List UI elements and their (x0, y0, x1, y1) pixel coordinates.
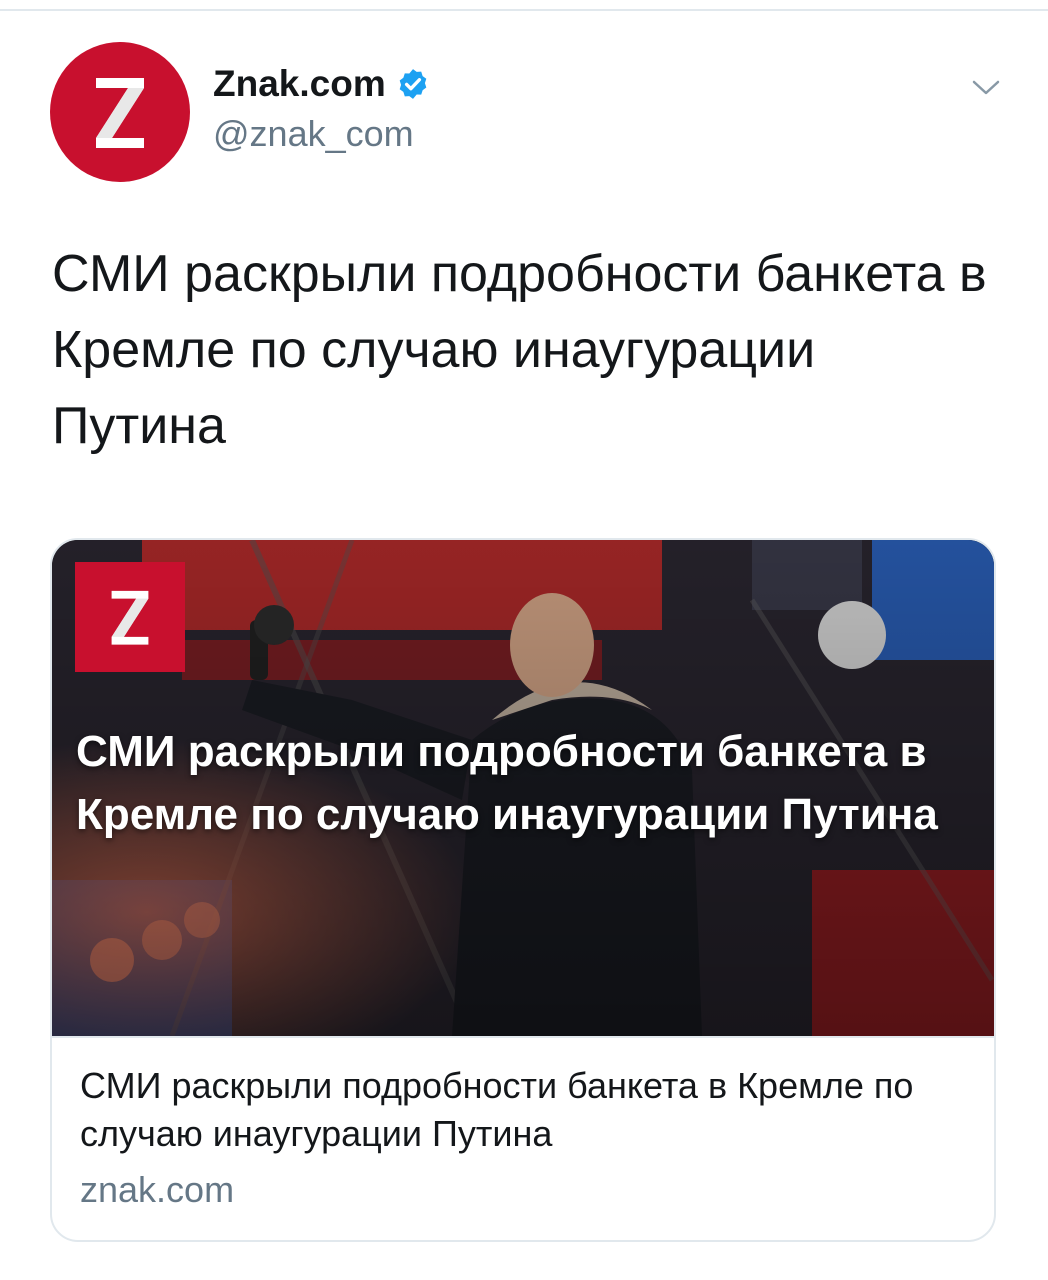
verified-badge-icon (399, 69, 427, 99)
top-divider (0, 9, 1048, 11)
card-domain: znak.com (80, 1169, 235, 1210)
znak-logo-icon (111, 590, 149, 645)
chevron-down-icon[interactable] (966, 72, 1006, 102)
avatar[interactable] (50, 42, 190, 182)
card-image[interactable]: СМИ раскрыли подробности банкета в Кремл… (52, 540, 994, 1036)
card-logo (75, 562, 185, 672)
author-name[interactable]: Znak.com (213, 62, 386, 106)
card-body[interactable]: СМИ раскрыли подробности банкета в Кремл… (52, 1036, 994, 1240)
link-card[interactable]: СМИ раскрыли подробности банкета в Кремл… (50, 538, 996, 1242)
card-image-headline: СМИ раскрыли подробности банкета в Кремл… (76, 727, 938, 839)
author-handle[interactable]: @znak_com (213, 112, 414, 156)
author-row: Znak.com (213, 62, 430, 106)
card-title: СМИ раскрыли подробности банкета в Кремл… (80, 1065, 914, 1154)
znak-logo-icon (96, 78, 144, 148)
tweet-text: СМИ раскрыли подробности банкета в Кремл… (52, 245, 987, 455)
